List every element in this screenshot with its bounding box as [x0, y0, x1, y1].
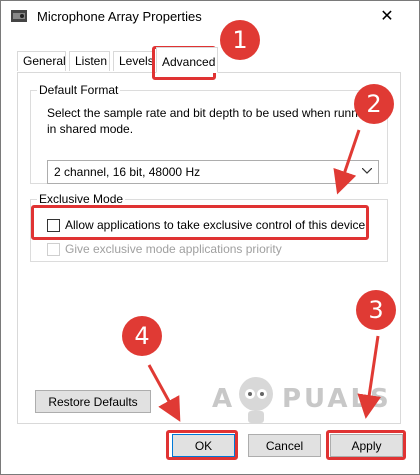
tab-advanced[interactable]: Advanced: [156, 47, 218, 73]
arrow-4: [147, 364, 181, 422]
annotation-badge-4: 4: [122, 316, 162, 356]
arrow-2: [333, 129, 361, 195]
annotation-badge-1: 1: [220, 20, 260, 60]
annotation-badge-2: 2: [354, 84, 394, 124]
arrow-3: [357, 335, 382, 419]
annotation-badge-3: 3: [356, 290, 396, 330]
